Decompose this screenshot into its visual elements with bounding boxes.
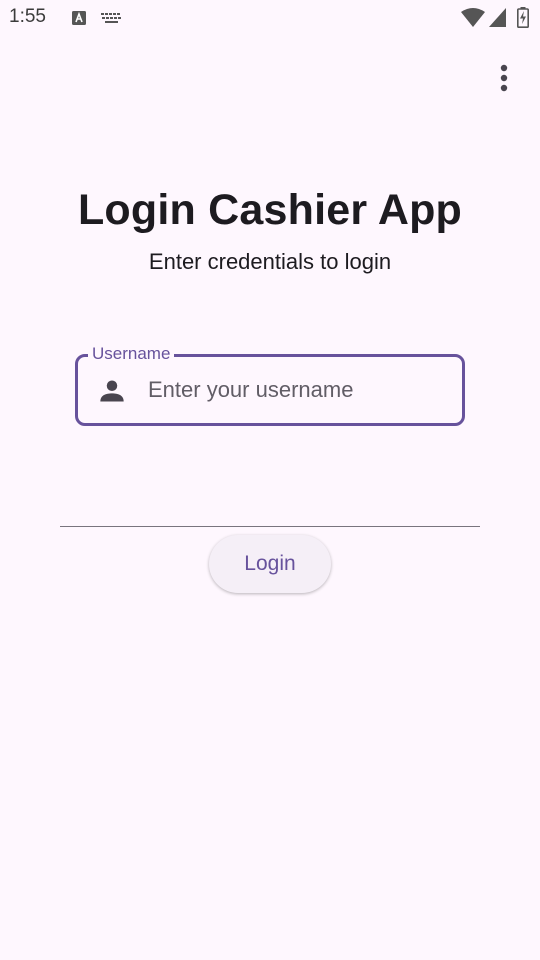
- login-button[interactable]: Login: [209, 535, 331, 593]
- wifi-icon: [461, 8, 485, 27]
- page-title: Login Cashier App: [77, 186, 463, 234]
- password-field[interactable]: [60, 480, 480, 528]
- battery-charging-icon: [517, 7, 529, 28]
- username-field[interactable]: Username: [75, 344, 465, 426]
- person-icon: [100, 380, 124, 402]
- password-input[interactable]: [60, 480, 480, 527]
- status-bar: 1:55: [0, 0, 540, 36]
- more-vert-icon: [500, 64, 508, 92]
- more-options-button[interactable]: [484, 58, 524, 98]
- text-a-icon: [72, 11, 86, 25]
- cell-signal-icon: [489, 8, 506, 27]
- page-subtitle: Enter credentials to login: [148, 249, 392, 274]
- keyboard-icon: [101, 13, 121, 23]
- username-input[interactable]: [148, 372, 448, 408]
- username-label: Username: [88, 344, 175, 364]
- status-time: 1:55: [9, 6, 46, 27]
